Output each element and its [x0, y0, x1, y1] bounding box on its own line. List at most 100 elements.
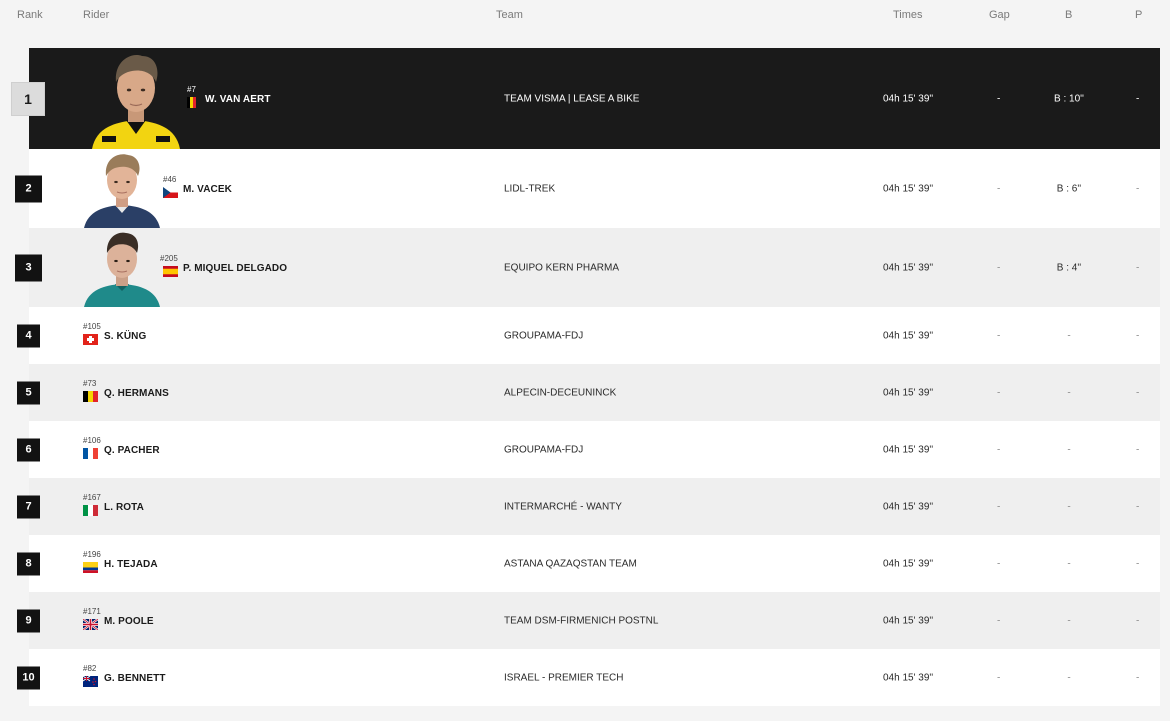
table-row[interactable]: 8 #196 H. TEJADA ASTANA QAZAQSTAN TEAM 0…: [0, 535, 1170, 592]
penalty-value: -: [1136, 444, 1140, 455]
gap-value: -: [997, 672, 1001, 683]
team-name[interactable]: INTERMARCHÉ - WANTY: [504, 501, 622, 512]
gap-value: -: [997, 183, 1001, 194]
belgium-flag-icon: [187, 96, 196, 108]
gap-value: -: [997, 444, 1001, 455]
spain-flag-icon: [163, 265, 178, 277]
bonus-value: -: [1067, 444, 1071, 455]
penalty-value: -: [1136, 93, 1140, 104]
results-table: 1 #7 W. VAN AERT TEAM VISMA | LEASE A BI…: [0, 48, 1170, 706]
time-value: 04h 15' 39'': [883, 501, 934, 512]
team-name[interactable]: ISRAEL - PREMIER TECH: [504, 672, 623, 683]
time-value: 04h 15' 39'': [883, 93, 934, 104]
table-row[interactable]: 5 #73 Q. HERMANS ALPECIN-DECEUNINCK 04h …: [0, 364, 1170, 421]
time-value: 04h 15' 39'': [883, 615, 934, 626]
bonus-value: -: [1067, 387, 1071, 398]
rider-name[interactable]: M. VACEK: [183, 184, 232, 195]
rider-name[interactable]: W. VAN AERT: [205, 94, 271, 105]
team-name[interactable]: GROUPAMA-FDJ: [504, 444, 583, 455]
gap-value: -: [997, 501, 1001, 512]
rider-name[interactable]: Q. PACHER: [104, 445, 160, 456]
penalty-value: -: [1136, 672, 1140, 683]
rider-photo[interactable]: [86, 48, 186, 149]
rank-badge: 7: [17, 495, 40, 518]
column-bonus: B: [1065, 9, 1073, 21]
penalty-value: -: [1136, 387, 1140, 398]
bib-number: #105: [83, 321, 101, 331]
team-name[interactable]: TEAM DSM-FIRMENICH POSTNL: [504, 615, 658, 626]
table-row[interactable]: 10 #82 G. BENNETT ISRAEL - PREMIER TECH: [0, 649, 1170, 706]
bonus-value: B : 4'': [1056, 262, 1082, 273]
time-value: 04h 15' 39'': [883, 330, 934, 341]
column-gap: Gap: [989, 9, 1010, 21]
bib-number: #167: [83, 492, 101, 502]
gap-value: -: [997, 558, 1001, 569]
rank-badge: 8: [17, 552, 40, 575]
rank-badge: 2: [15, 175, 42, 202]
rank-badge: 9: [17, 609, 40, 632]
time-value: 04h 15' 39'': [883, 444, 934, 455]
rank-badge: 4: [17, 324, 40, 347]
gap-value: -: [997, 330, 1001, 341]
bib-number: #7: [187, 84, 196, 94]
penalty-value: -: [1136, 262, 1140, 273]
czech-flag-icon: [163, 186, 178, 198]
table-row[interactable]: 6 #106 Q. PACHER GROUPAMA-FDJ 04h 15' 39…: [0, 421, 1170, 478]
table-row[interactable]: 7 #167 L. ROTA INTERMARCHÉ - WANTY 04h 1…: [0, 478, 1170, 535]
penalty-value: -: [1136, 183, 1140, 194]
penalty-value: -: [1136, 501, 1140, 512]
rank-badge: 6: [17, 438, 40, 461]
penalty-value: -: [1136, 330, 1140, 341]
rank-badge: 3: [15, 254, 42, 281]
team-name[interactable]: ASTANA QAZAQSTAN TEAM: [504, 558, 637, 569]
column-penalty: P: [1135, 9, 1143, 21]
table-row[interactable]: 4 #105 S. KÜNG GROUPAMA-FDJ 04h 15' 39''…: [0, 307, 1170, 364]
table-header: Rank Rider Team Times Gap B P: [0, 0, 1170, 30]
team-name[interactable]: ALPECIN-DECEUNINCK: [504, 387, 616, 398]
colombia-flag-icon: [83, 561, 98, 573]
team-name[interactable]: TEAM VISMA | LEASE A BIKE: [504, 93, 639, 104]
bonus-value: B : 10'': [1054, 93, 1084, 104]
bonus-value: -: [1067, 672, 1071, 683]
rider-name[interactable]: P. MIQUEL DELGADO: [183, 263, 287, 274]
team-name[interactable]: LIDL-TREK: [504, 183, 555, 194]
rider-name[interactable]: L. ROTA: [104, 502, 144, 513]
italy-flag-icon: [83, 504, 98, 516]
rider-name[interactable]: S. KÜNG: [104, 331, 146, 342]
table-row[interactable]: 3 #205 P. MIQUEL DELGADO EQUIPO KERN PHA…: [0, 228, 1170, 307]
gap-value: -: [997, 262, 1001, 273]
rank-badge: 1: [11, 81, 45, 116]
team-name[interactable]: EQUIPO KERN PHARMA: [504, 262, 619, 273]
table-row[interactable]: 9 #171 M. POOLE TEAM DSM-FIRMENICH POSTN…: [0, 592, 1170, 649]
rider-photo[interactable]: [82, 149, 162, 228]
rider-name[interactable]: M. POOLE: [104, 616, 154, 627]
bonus-value: -: [1067, 615, 1071, 626]
new-zealand-flag-icon: [83, 675, 98, 687]
rider-name[interactable]: G. BENNETT: [104, 673, 166, 684]
france-flag-icon: [83, 447, 98, 459]
column-team: Team: [496, 9, 523, 21]
time-value: 04h 15' 39'': [883, 672, 934, 683]
time-value: 04h 15' 39'': [883, 262, 934, 273]
gap-value: -: [997, 387, 1001, 398]
table-row[interactable]: 1 #7 W. VAN AERT TEAM VISMA | LEASE A BI…: [0, 48, 1170, 149]
penalty-value: -: [1136, 558, 1140, 569]
bib-number: #106: [83, 435, 101, 445]
time-value: 04h 15' 39'': [883, 387, 934, 398]
belgium-flag-icon: [83, 390, 98, 402]
rider-name[interactable]: H. TEJADA: [104, 559, 158, 570]
table-row[interactable]: 2 #46 M. VACEK LIDL-TREK 04h 15' 39'' - …: [0, 149, 1170, 228]
time-value: 04h 15' 39'': [883, 558, 934, 569]
bib-number: #205: [160, 253, 178, 263]
rank-badge: 10: [17, 666, 40, 689]
rider-name[interactable]: Q. HERMANS: [104, 388, 169, 399]
bib-number: #82: [83, 663, 97, 673]
rank-badge: 5: [17, 381, 40, 404]
bonus-value: -: [1067, 330, 1071, 341]
team-name[interactable]: GROUPAMA-FDJ: [504, 330, 583, 341]
bib-number: #196: [83, 549, 101, 559]
uk-flag-icon: [83, 618, 98, 630]
bonus-value: B : 6'': [1056, 183, 1082, 194]
bib-number: #171: [83, 606, 101, 616]
rider-photo[interactable]: [82, 228, 162, 307]
